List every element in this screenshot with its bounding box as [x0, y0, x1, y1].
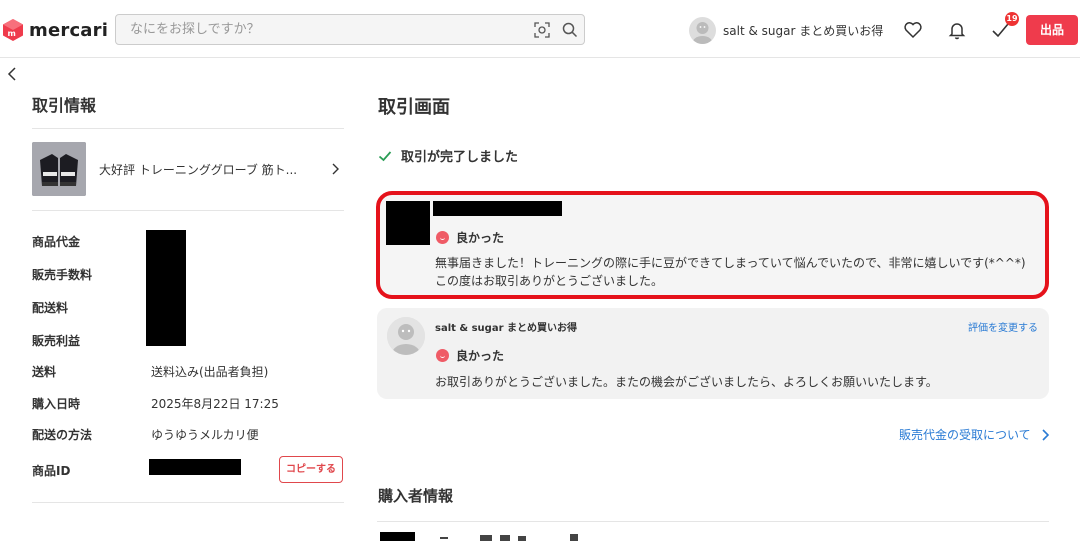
- divider: [377, 521, 1049, 522]
- copy-button[interactable]: コピーする: [279, 456, 343, 483]
- info-label-product-id: 商品ID: [32, 464, 71, 478]
- search-input[interactable]: [130, 15, 520, 44]
- mercari-logo[interactable]: m mercari: [2, 17, 108, 43]
- info-label-delivery-method: 配送の方法: [32, 428, 93, 442]
- check-icon: [378, 150, 392, 161]
- sell-button[interactable]: 出品: [1026, 15, 1078, 45]
- product-link[interactable]: 大好評 トレーニンググローブ 筋ト...: [32, 142, 344, 196]
- change-review-link[interactable]: 評価を変更する: [968, 319, 1038, 334]
- avatar: [689, 16, 716, 44]
- search-box[interactable]: [115, 14, 585, 45]
- cropped-buyer-name: [440, 534, 578, 541]
- redacted-amounts: [146, 230, 186, 346]
- svg-text:m: m: [8, 29, 16, 38]
- heart-icon[interactable]: [903, 20, 923, 40]
- redacted-buyer-name: [433, 201, 562, 216]
- divider: [32, 502, 344, 503]
- mercari-logo-icon: m: [3, 19, 23, 41]
- rating-label: 良かった: [456, 231, 505, 245]
- seller-avatar: [387, 317, 425, 355]
- back-icon[interactable]: [4, 64, 20, 84]
- divider: [32, 210, 344, 211]
- completion-status: 取引が完了しました: [378, 146, 518, 165]
- redacted-buyer-avatar: [380, 532, 415, 541]
- search-icon[interactable]: [562, 22, 578, 38]
- product-thumbnail: [32, 142, 86, 196]
- seller-rating: 良かった: [436, 347, 504, 364]
- todo-badge: 19: [1005, 12, 1019, 26]
- status-text: 取引が完了しました: [401, 150, 519, 165]
- info-value-shipping: 送料込み(出品者負担): [151, 365, 269, 379]
- info-label-fee: 販売手数料: [32, 268, 93, 282]
- camera-scan-icon[interactable]: [534, 22, 550, 38]
- info-label-profit: 販売利益: [32, 334, 81, 348]
- chevron-right-icon: [1042, 428, 1049, 441]
- transaction-info-title: 取引情報: [32, 96, 97, 115]
- chevron-right-icon: [332, 163, 339, 175]
- divider: [32, 128, 344, 129]
- seller-review-message: お取引ありがとうございました。またの機会がございましたら、よろしくお願いいたしま…: [435, 375, 938, 389]
- payout-info-link[interactable]: 販売代金の受取について: [899, 426, 1050, 443]
- seller-name: salt & sugar まとめ買いお得: [435, 323, 577, 334]
- buyer-info-title: 購入者情報: [378, 487, 454, 505]
- redacted-buyer-avatar: [386, 201, 430, 245]
- page-title: 取引画面: [378, 97, 450, 118]
- info-label-price: 商品代金: [32, 235, 81, 249]
- redacted-product-id: [149, 459, 241, 475]
- payout-link-label: 販売代金の受取について: [899, 428, 1031, 442]
- product-name: 大好評 トレーニンググローブ 筋ト...: [99, 163, 298, 177]
- user-menu[interactable]: salt & sugar まとめ買いお得: [689, 16, 883, 44]
- info-label-purchase-date: 購入日時: [32, 397, 81, 411]
- smile-icon: [436, 231, 449, 244]
- user-name: salt & sugar まとめ買いお得: [723, 23, 884, 38]
- rating-label: 良かった: [456, 349, 505, 363]
- info-value-purchase-date: 2025年8月22日 17:25: [151, 397, 279, 411]
- logo-text: mercari: [29, 19, 109, 41]
- info-label-shipping: 送料: [32, 365, 57, 379]
- top-header: m mercari salt & sugar まとめ買いお得: [0, 0, 1080, 58]
- buyer-review-message: 無事届きました！トレーニングの際に手に豆ができてしまっていて悩んでいたので、非常…: [435, 256, 1026, 288]
- smile-icon: [436, 349, 449, 362]
- info-label-shipping-cost: 配送料: [32, 301, 69, 315]
- bell-icon[interactable]: [947, 20, 967, 40]
- info-value-delivery-method: ゆうゆうメルカリ便: [151, 428, 259, 442]
- buyer-rating: 良かった: [436, 229, 504, 246]
